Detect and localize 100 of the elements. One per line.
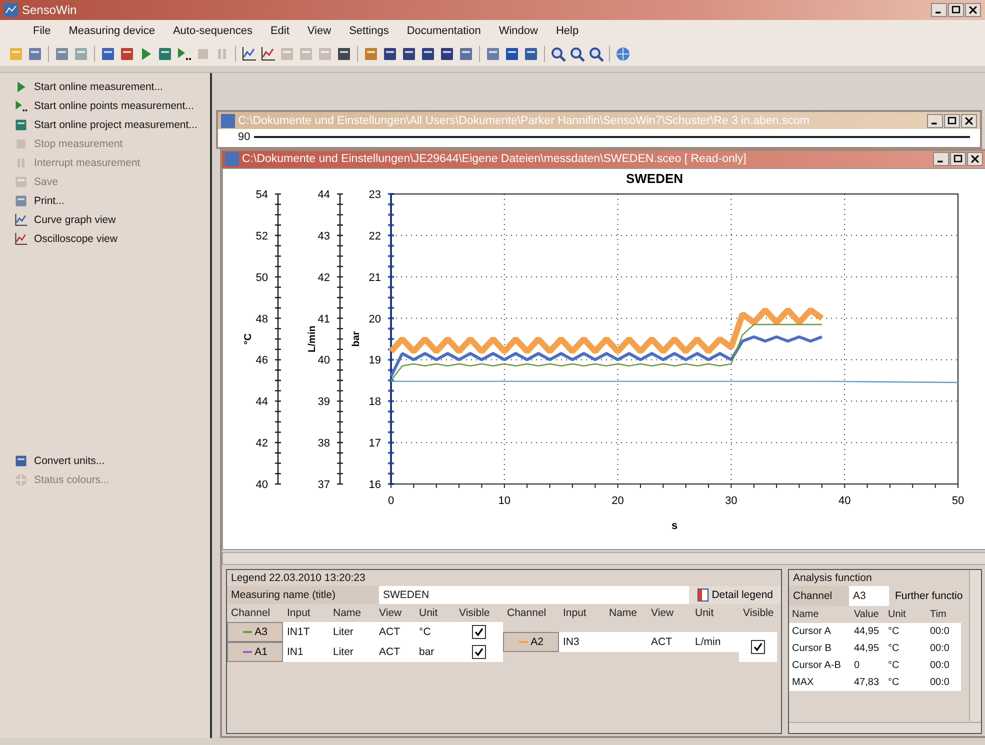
scrollbar[interactable] [222, 552, 985, 565]
menu-item[interactable]: Settings [340, 23, 398, 39]
menu-item[interactable]: Measuring device [60, 23, 164, 39]
minimize-icon[interactable] [932, 152, 949, 166]
maximize-icon[interactable] [948, 3, 964, 17]
axis-tick-label: 42 [256, 437, 268, 450]
axis-tick-label: 54 [256, 188, 268, 201]
table-cell: 44,95 [851, 640, 885, 657]
scrollbar[interactable] [789, 722, 981, 733]
close-icon[interactable] [960, 114, 977, 128]
minimize-icon[interactable] [926, 114, 943, 128]
column-header: Name [332, 606, 362, 621]
toolbar-button[interactable] [241, 46, 257, 62]
curve-icon [241, 46, 257, 62]
scope-icon [260, 46, 276, 62]
column-header: Input [562, 606, 588, 621]
table-cell: Cursor B [789, 640, 851, 657]
axis-tick-label: 43 [318, 230, 330, 242]
detail-legend-button[interactable]: Detail legend [688, 586, 781, 604]
table-cell: ACT [647, 632, 691, 652]
points-icon [14, 99, 28, 113]
channel-field[interactable]: A3 [849, 586, 889, 606]
sidebar-item[interactable]: Convert units... [14, 453, 210, 469]
toolbar-button[interactable] [176, 46, 192, 62]
channel-button[interactable]: A1 [227, 642, 283, 662]
axis-tick-label: 40 [318, 354, 330, 366]
field-label: Measuring name (title) [227, 586, 379, 604]
column-header: View [378, 606, 403, 621]
channel-button[interactable]: A2 [503, 632, 559, 652]
toolbar-button[interactable] [588, 46, 604, 62]
visible-checkbox[interactable] [472, 624, 486, 639]
toolbar-button[interactable] [260, 46, 276, 62]
menu-item[interactable]: Help [546, 23, 588, 39]
axis-tick-label: 42 [318, 271, 330, 284]
axis-tick-label: 20 [612, 494, 624, 507]
axis-tick-label: 22 [368, 230, 381, 242]
table-cell: 00:0 [927, 656, 961, 674]
window-icon [221, 114, 235, 128]
visible-checkbox[interactable] [472, 644, 486, 659]
axis-label: bar [351, 330, 362, 346]
zoom-icon [588, 46, 604, 62]
globe-icon [615, 46, 631, 62]
legend-title: Legend 22.03.2010 13:20:23 [230, 570, 366, 586]
menu-item[interactable]: View [298, 23, 340, 39]
table-cell: ACT [375, 642, 415, 662]
axis-tick-label: 0 [388, 494, 394, 507]
channel-button[interactable]: A3 [227, 622, 283, 642]
document-icon [696, 588, 709, 602]
scrollbar[interactable] [968, 570, 981, 721]
axis-label: °C [243, 333, 254, 344]
table-cell: IN3 [559, 632, 605, 652]
table-cell: °C [885, 640, 927, 657]
sidebar-item[interactable]: Start online project measurement... [14, 117, 210, 133]
table-cell: 44,95 [851, 622, 885, 640]
table-cell: IN1T [283, 622, 329, 642]
close-icon[interactable] [965, 3, 981, 17]
menu-item[interactable]: Documentation [398, 23, 490, 39]
axis-label: L/min [307, 325, 318, 352]
maximize-icon[interactable] [944, 114, 960, 128]
table-cell: 00:0 [927, 674, 961, 691]
toolbar-button[interactable] [569, 46, 585, 62]
table-cell: 0 [851, 656, 885, 674]
menu-item[interactable]: File [24, 23, 60, 39]
close-icon[interactable] [966, 152, 983, 166]
chart-title: SWEDEN [626, 170, 684, 186]
menu-item[interactable]: Window [490, 23, 547, 39]
sidebar-item[interactable]: Start online measurement... [14, 79, 210, 95]
axis-tick-label: 16 [368, 478, 381, 491]
sidebar-item[interactable]: Oscilloscope view [14, 231, 210, 247]
axis-tick-label: 90 [238, 131, 250, 143]
table-cell: bar [415, 642, 455, 662]
minimize-icon[interactable] [931, 3, 947, 17]
field-label: Channel [789, 586, 849, 606]
axis-tick-label: 44 [256, 396, 268, 408]
zoom-icon [550, 46, 566, 62]
column-header: Visible [742, 606, 775, 621]
sidebar-item[interactable]: Print... [14, 193, 210, 209]
axis-tick-label: 23 [368, 188, 381, 201]
table-cell: °C [885, 622, 927, 640]
stop-icon [195, 46, 211, 62]
table-cell: Liter [329, 622, 375, 642]
table-cell: °C [415, 622, 455, 642]
name-field[interactable]: SWEDEN [379, 586, 689, 604]
column-header: Channel [506, 606, 548, 621]
toolbar-button[interactable] [550, 46, 566, 62]
axis-tick-label: 18 [368, 396, 381, 408]
axis-tick-label: 41 [318, 312, 330, 325]
axis-tick-label: 20 [368, 312, 381, 325]
axis-tick-label: 39 [318, 396, 330, 408]
menu-item[interactable]: Edit [261, 23, 298, 39]
sidebar-item[interactable]: Start online points measurement... [14, 98, 210, 114]
sidebar-item[interactable]: Curve graph view [14, 212, 210, 228]
menu-item[interactable]: Auto-sequences [164, 23, 262, 39]
table-cell: Cursor A [789, 622, 851, 640]
maximize-icon[interactable] [950, 152, 966, 166]
visible-checkbox[interactable] [751, 640, 765, 654]
axis-tick-label: 52 [256, 230, 268, 242]
table-cell: ACT [375, 622, 415, 642]
axis-tick-label: 17 [368, 437, 381, 450]
column-header: Name [791, 608, 820, 622]
